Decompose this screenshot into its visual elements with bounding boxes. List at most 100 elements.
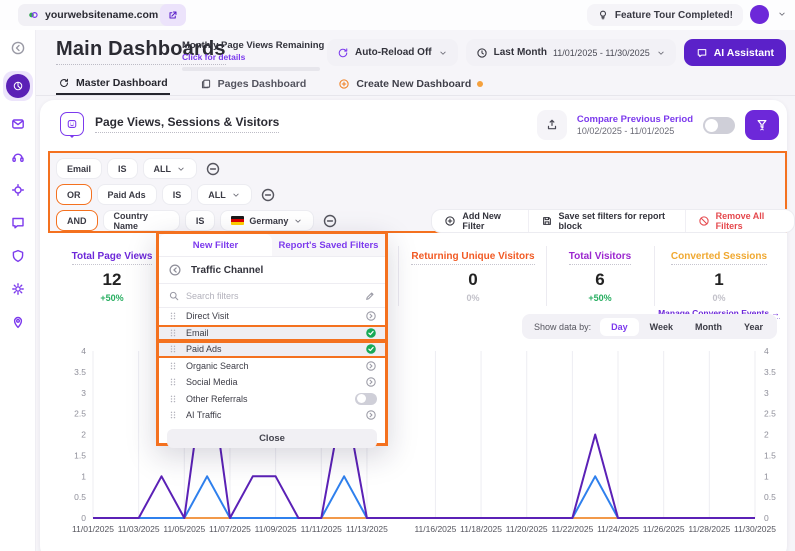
compare-range: 10/02/2025 - 11/01/2025 (577, 126, 693, 136)
show-data-by: Show data by:DayWeekMonthYear (522, 314, 777, 339)
granularity-day[interactable]: Day (600, 318, 639, 336)
drag-handle-icon[interactable] (167, 327, 179, 339)
sidebar-item-settings[interactable] (8, 279, 28, 299)
avatar[interactable] (750, 5, 769, 24)
pen-icon[interactable] (364, 290, 376, 302)
svg-text:11/18/2025: 11/18/2025 (460, 524, 502, 534)
filter-value-pill-label: ALL (154, 164, 172, 174)
tab-pages-dashboard[interactable]: Pages Dashboard (198, 73, 309, 95)
gear-icon (10, 281, 26, 297)
drag-handle-icon[interactable] (167, 409, 179, 421)
drag-handle-icon[interactable] (167, 393, 179, 405)
site-selector[interactable]: yourwebsitename.com (18, 4, 183, 26)
remove-filter-icon[interactable] (205, 161, 221, 177)
filter-option-email[interactable]: Email (159, 325, 385, 342)
sidebar-item-visitors[interactable] (8, 312, 28, 332)
open-site-button[interactable] (160, 4, 186, 26)
pin-icon (10, 314, 26, 330)
auto-reload-button[interactable]: Auto-Reload Off (327, 39, 458, 66)
save-set-filters-button[interactable]: Save set filters for report block (528, 210, 685, 232)
remove-filter-icon[interactable] (322, 213, 338, 229)
tab-reports-saved-filters[interactable]: Report's Saved Filters (272, 234, 385, 256)
option-toggle[interactable] (355, 393, 377, 405)
filter-value-pill[interactable]: ALL (143, 158, 198, 179)
stat-total-visitors: Total Visitors6+50% (548, 246, 652, 303)
stat-delta: 0% (398, 293, 548, 303)
filter-option-direct-visit[interactable]: Direct Visit (159, 308, 385, 325)
feature-tour-badge[interactable]: Feature Tour Completed! (587, 4, 743, 26)
drag-handle-icon[interactable] (167, 376, 179, 388)
close-button[interactable]: Close (167, 429, 377, 448)
remove-all-filters-button[interactable]: Remove All Filters (685, 210, 794, 232)
arrow-circle-icon[interactable] (365, 376, 377, 388)
filter-field-pill[interactable]: Email (56, 158, 102, 179)
granularity-year[interactable]: Year (733, 318, 774, 336)
ai-assistant-button[interactable]: AI Assistant (684, 39, 786, 66)
date-range-button[interactable]: Last Month 11/01/2025 - 11/30/2025 (466, 39, 676, 66)
arrow-circle-icon[interactable] (365, 409, 377, 421)
filter-option-paid-ads[interactable]: Paid Ads (159, 341, 385, 358)
filter-operator-pill[interactable]: IS (107, 158, 138, 179)
conjunction-pill-label: OR (67, 190, 81, 200)
auto-reload-label: Auto-Reload Off (355, 47, 432, 58)
conjunction-pill[interactable]: AND (56, 210, 98, 231)
back-icon[interactable] (168, 263, 182, 277)
filters-button[interactable] (745, 110, 779, 140)
export-button[interactable] (537, 110, 567, 140)
avatar-chevron-icon[interactable] (777, 9, 787, 19)
filter-option-social-media[interactable]: Social Media (159, 374, 385, 391)
granularity-week[interactable]: Week (639, 318, 684, 336)
conjunction-pill[interactable]: OR (56, 184, 92, 205)
stat-value: 6 (548, 270, 652, 290)
tab-create-new-dashboard[interactable]: Create New Dashboard (336, 73, 485, 95)
sidebar-item-chat[interactable] (8, 213, 28, 233)
quota-details-link[interactable]: Click for details (182, 52, 332, 62)
search-filters-input[interactable] (186, 291, 358, 301)
filter-option-other-referrals[interactable]: Other Referrals (159, 391, 385, 408)
filter-operator-pill-label: IS (196, 216, 205, 226)
filter-row: OR Paid AdsISALL (56, 184, 795, 205)
block-icon (60, 112, 84, 136)
sidebar-item-audience[interactable] (8, 180, 28, 200)
filter-option-label: Paid Ads (186, 344, 358, 354)
sidebar-item-dashboards[interactable] (3, 71, 33, 101)
filter-field-pill[interactable]: Paid Ads (97, 184, 157, 205)
filter-option-organic-search[interactable]: Organic Search (159, 358, 385, 375)
drag-handle-icon[interactable] (167, 310, 179, 322)
filter-operator-pill[interactable]: IS (162, 184, 193, 205)
sidebar-item-support[interactable] (8, 147, 28, 167)
filter-option-ai-traffic[interactable]: AI Traffic (159, 407, 385, 424)
filter-value-pill[interactable]: Germany (220, 210, 314, 231)
widget-face-icon (66, 118, 78, 130)
arrow-circle-icon[interactable] (365, 360, 377, 372)
drag-handle-icon[interactable] (167, 343, 179, 355)
quota-progress-bar (182, 67, 320, 71)
tab-master-dashboard[interactable]: Master Dashboard (56, 73, 170, 95)
filter-value-pill[interactable]: ALL (197, 184, 252, 205)
compare-toggle[interactable] (703, 117, 735, 134)
remove-filter-icon[interactable] (260, 187, 276, 203)
filter-operator-pill[interactable]: IS (185, 210, 216, 231)
site-icon (27, 9, 39, 21)
target-icon (10, 182, 26, 198)
feature-tour-label: Feature Tour Completed! (615, 10, 733, 21)
sidebar-item-collapse[interactable] (8, 38, 28, 58)
sidebar-item-privacy[interactable] (8, 246, 28, 266)
check-circle-icon[interactable] (365, 343, 377, 355)
selected-filter-field: Traffic Channel (191, 265, 263, 276)
tab-label: Pages Dashboard (218, 78, 307, 90)
filter-field-pill[interactable]: Country Name (103, 210, 180, 231)
granularity-month[interactable]: Month (684, 318, 733, 336)
svg-text:11/09/2025: 11/09/2025 (255, 524, 297, 534)
chevron-down-icon (438, 48, 448, 58)
arrow-circle-icon[interactable] (365, 310, 377, 322)
filter-field-pill-label: Country Name (114, 211, 169, 231)
check-circle-icon[interactable] (365, 327, 377, 339)
sidebar-item-email-reports[interactable] (8, 114, 28, 134)
headset-icon (10, 149, 26, 165)
plus-circle-icon (338, 78, 350, 90)
tab-new-filter[interactable]: New Filter (159, 234, 272, 256)
chevron-down-icon (176, 164, 186, 174)
add-new-filter-button[interactable]: Add New Filter (432, 210, 527, 232)
drag-handle-icon[interactable] (167, 360, 179, 372)
